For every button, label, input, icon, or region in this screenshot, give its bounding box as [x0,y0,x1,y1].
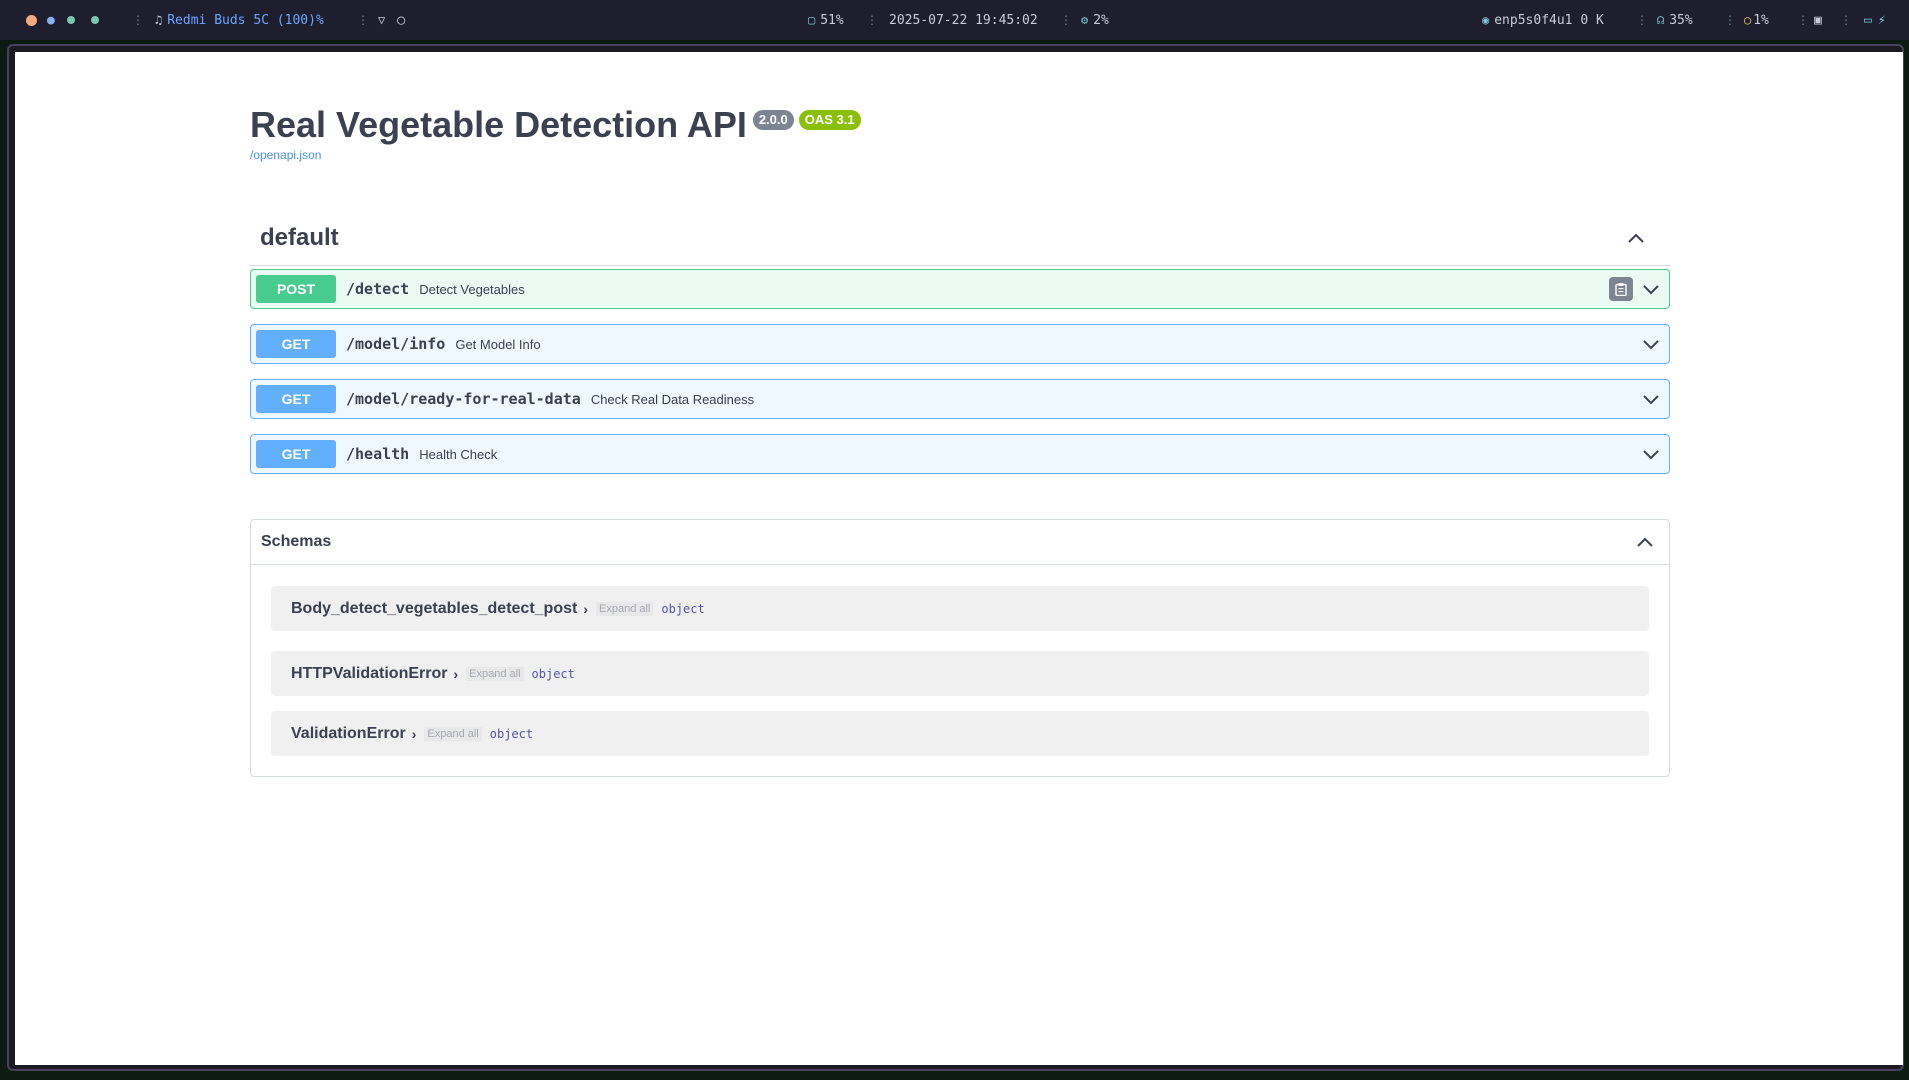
api-info: Real Vegetable Detection API 2.0.0 OAS 3… [250,102,861,148]
operation-summary: Get Model Info [455,336,541,352]
model-type: object [531,666,575,681]
earbuds-icon: ♫ [155,13,163,27]
schema-model[interactable]: HTTPValidationError › Expand all object [271,651,1649,696]
model-name[interactable]: ValidationError [291,725,406,743]
method-badge: GET [256,385,336,413]
battery-status[interactable]: ▭ ⚡ [1864,0,1886,40]
separator-icon: ⋮ [357,13,369,27]
operation-controls [1641,389,1661,409]
brightness-value: 1% [1753,12,1769,28]
api-title: Real Vegetable Detection API [250,104,747,145]
operation-get-ready-for-real-data[interactable]: GET /model/ready-for-real-data Check Rea… [250,379,1670,419]
operation-summary: Check Real Data Readiness [590,391,755,407]
clock[interactable]: 2025-07-22 19:45:02 [889,0,1038,40]
model-type: object [661,601,705,616]
chevron-down-icon[interactable] [1641,444,1661,464]
cpu-status[interactable]: ⚙ 2% [1081,0,1109,40]
headphones-icon: ☊ [1657,13,1665,27]
network-value: enp5s0f4u1 0 K [1494,12,1604,28]
expand-all-button[interactable]: Expand all [424,726,482,741]
schema-model[interactable]: ValidationError › Expand all object [271,711,1649,756]
model-name[interactable]: Body_detect_vegetables_detect_post [291,600,577,618]
workspace-4-icon[interactable] [90,16,99,24]
cpu-icon: ⚙ [1081,13,1089,27]
schemas-title: Schemas [261,533,332,550]
chevron-up-icon[interactable] [1626,228,1646,248]
method-badge: POST [256,275,336,303]
openapi-json-link[interactable]: /openapi.json [250,148,321,162]
operation-post-detect[interactable]: POST /detect Detect Vegetables [250,269,1670,309]
headset-status[interactable]: ♫ Redmi Buds 5C (100)% [155,0,324,40]
clipboard-icon [1615,283,1627,296]
brightness-status[interactable]: ○ 1% [1744,0,1769,40]
battery-icon: ▭ [1864,12,1872,28]
chevron-up-icon[interactable] [1635,532,1655,552]
bulb-icon: ○ [1744,13,1752,27]
cpu-value: 2% [1093,12,1109,28]
network-icon: ◉ [1482,13,1490,27]
separator-icon: ⋮ [1797,13,1809,27]
operation-summary: Health Check [419,446,498,462]
swagger-page: Real Vegetable Detection API 2.0.0 OAS 3… [15,52,1903,1065]
operation-controls [1641,444,1661,464]
version-badge: 2.0.0 [752,110,794,130]
toggle-icon[interactable]: ◯ [397,13,405,28]
operation-controls [1609,277,1661,301]
chevron-right-icon[interactable]: › [412,726,417,742]
workspace-3-icon[interactable] [66,16,75,24]
operation-get-health[interactable]: GET /health Health Check [250,434,1670,474]
model-type: object [489,726,534,741]
separator-icon: ⋮ [1636,13,1648,27]
tag-title: default [260,223,339,251]
model-name[interactable]: HTTPValidationError [291,665,447,683]
clipboard-tray-icon[interactable]: ▣ [1814,0,1822,40]
operation-get-model-info[interactable]: GET /model/info Get Model Info [250,324,1670,364]
chevron-right-icon[interactable]: › [583,601,588,617]
separator-icon: ⋮ [1724,13,1736,27]
workspace-indicators[interactable]: ● [26,0,99,40]
volume-value: 35% [1669,12,1693,28]
chevron-right-icon[interactable]: › [453,666,458,682]
operation-path: /detect [346,280,410,298]
operation-path: /model/info [346,335,446,353]
separator-icon: ⋮ [1060,13,1072,27]
datetime-value: 2025-07-22 19:45:02 [889,12,1038,28]
ghost-icon[interactable]: ● [47,13,55,28]
disk-status[interactable]: ▢ 51% [808,0,844,40]
disk-value: 51% [820,12,844,28]
operation-path: /health [346,445,410,463]
disk-icon: ▢ [808,13,816,27]
operation-summary: Detect Vegetables [419,281,525,297]
volume-status[interactable]: ☊ 35% [1657,0,1693,40]
operation-path: /model/ready-for-real-data [346,390,581,408]
headset-label: Redmi Buds 5C (100)% [167,12,324,28]
charging-icon: ⚡ [1877,12,1886,28]
oas-badge: OAS 3.1 [798,110,861,130]
copy-path-button[interactable] [1609,277,1633,301]
network-status[interactable]: ◉ enp5s0f4u1 0 K [1482,0,1604,40]
tray-icons[interactable]: ▽ ◯ [378,0,405,40]
separator-icon: ⋮ [132,13,144,27]
expand-all-button[interactable]: Expand all [596,601,654,616]
schemas-header[interactable]: Schemas [251,520,1669,565]
vpn-icon[interactable]: ▽ [378,13,385,27]
method-badge: GET [256,440,336,468]
schema-model[interactable]: Body_detect_vegetables_detect_post › Exp… [271,586,1649,631]
operation-controls [1641,334,1661,354]
schemas-section: Schemas Body_detect_vegetables_detect_po… [250,519,1670,777]
method-badge: GET [256,330,336,358]
workspace-1-icon[interactable] [26,14,37,26]
tag-section-default[interactable]: default [250,210,1670,266]
separator-icon: ⋮ [1840,13,1852,27]
chevron-down-icon[interactable] [1641,334,1661,354]
expand-all-button[interactable]: Expand all [466,666,524,681]
chevron-down-icon[interactable] [1641,389,1661,409]
top-status-bar: ● ⋮ ♫ Redmi Buds 5C (100)% ⋮ ▽ ◯ ▢ 51% ⋮… [0,0,1909,40]
chevron-down-icon[interactable] [1641,279,1661,299]
separator-icon: ⋮ [866,13,878,27]
